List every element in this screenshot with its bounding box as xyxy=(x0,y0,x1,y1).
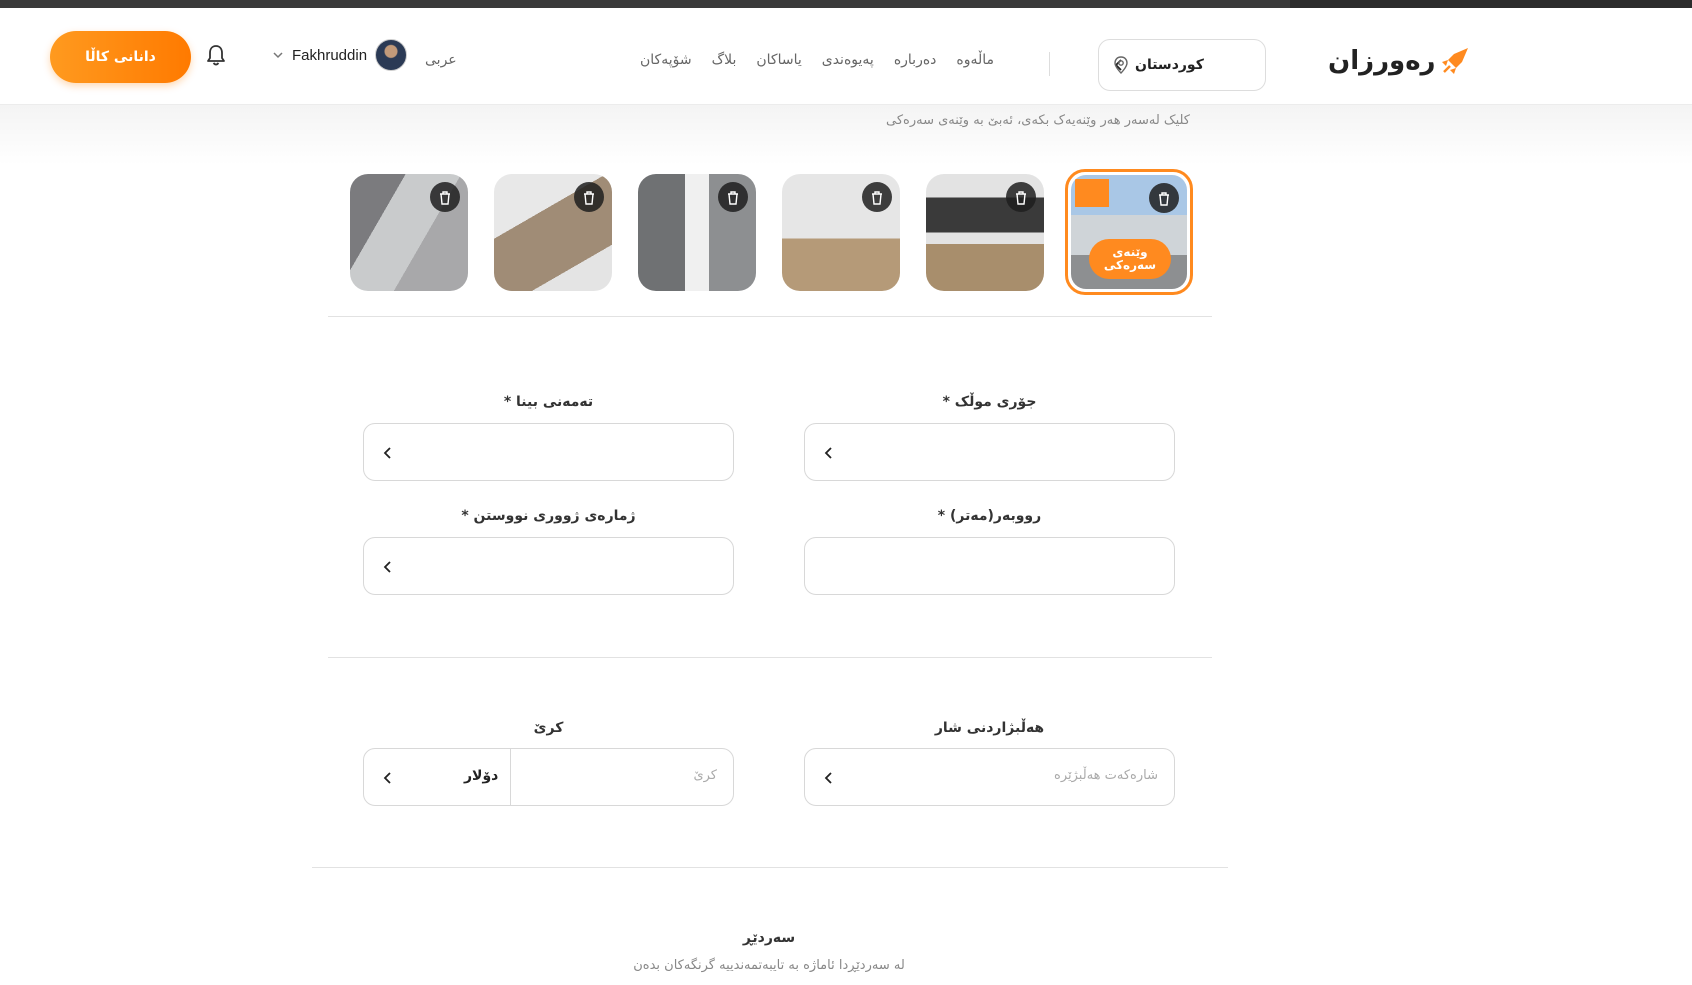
city-placeholder: شارەکەت هەڵبژێرە xyxy=(1054,768,1158,783)
building-age-label: تەمەنی بینا * xyxy=(503,394,594,410)
photo-gallery: وێنەی سەرەکی xyxy=(350,169,1194,295)
delete-photo-button[interactable] xyxy=(574,182,604,212)
user-name: Fakhruddin xyxy=(292,46,368,64)
nav-contact[interactable]: پەیوەندی xyxy=(822,52,874,68)
photo-thumb-staircase[interactable] xyxy=(494,174,612,291)
nav-blog[interactable]: بلاگ xyxy=(712,52,737,68)
region-label: کوردستان xyxy=(1113,56,1204,74)
trash-icon xyxy=(1159,191,1169,206)
location-pin-icon xyxy=(1114,56,1128,74)
browser-top-strip-bar xyxy=(0,0,1290,8)
area-label: رووبەر(مەتر) * xyxy=(937,508,1042,524)
region-name: کوردستان xyxy=(1135,57,1204,73)
divider xyxy=(328,657,1212,658)
nav-shops[interactable]: شۆپەکان xyxy=(640,52,692,68)
avatar xyxy=(375,39,408,71)
language-switch[interactable]: عربی xyxy=(425,52,457,68)
photo-thumb-empty-room[interactable] xyxy=(782,174,900,291)
photo-thumb-room-window[interactable] xyxy=(926,174,1044,291)
title-section-heading: سەردێڕ xyxy=(742,930,796,946)
bedrooms-select[interactable] xyxy=(363,537,734,595)
site-header: دانانی کاڵا Fakhruddin عربی ماڵەوە دەربا… xyxy=(0,8,1692,105)
property-type-label: جۆری موڵک * xyxy=(942,394,1037,410)
post-item-label: دانانی کاڵا xyxy=(85,49,156,65)
delete-photo-button[interactable] xyxy=(862,182,892,212)
rent-input[interactable]: دۆلار کرێ xyxy=(363,748,734,806)
property-sign xyxy=(1075,179,1109,207)
trash-icon xyxy=(584,190,594,205)
currency-select[interactable]: دۆلار xyxy=(464,768,498,784)
region-selector[interactable]: کوردستان xyxy=(1098,39,1266,91)
divider xyxy=(328,316,1212,317)
site-logo[interactable]: رەورزان xyxy=(1328,46,1470,76)
trash-icon xyxy=(440,190,450,205)
primary-photo-image: وێنەی سەرەکی xyxy=(1071,175,1187,289)
post-item-button[interactable]: دانانی کاڵا xyxy=(50,31,191,83)
chevron-down-icon xyxy=(273,52,283,59)
title-section-hint: لە سەردێڕدا ئاماژە بە تایبەتمەندییە گرنگ… xyxy=(633,958,905,973)
trash-icon xyxy=(1016,190,1026,205)
trash-icon xyxy=(872,190,882,205)
rent-label: کرێ xyxy=(533,720,564,736)
photo-thumb-primary[interactable]: وێنەی سەرەکی xyxy=(1065,169,1193,295)
chevron-left-icon xyxy=(383,772,391,784)
property-type-select[interactable] xyxy=(804,423,1175,481)
main-nav: ماڵەوە دەربارە پەیوەندی یاساکان بلاگ شۆپ… xyxy=(640,52,994,68)
gallery-band xyxy=(0,105,1692,165)
chevron-left-icon xyxy=(383,561,391,573)
primary-photo-badge: وێنەی سەرەکی xyxy=(1089,239,1171,279)
area-input[interactable] xyxy=(804,537,1175,595)
building-age-select[interactable] xyxy=(363,423,734,481)
bell-icon[interactable] xyxy=(205,43,227,67)
nav-home[interactable]: ماڵەوە xyxy=(956,52,994,68)
nav-about[interactable]: دەربارە xyxy=(894,52,937,68)
browser-top-strip xyxy=(0,0,1692,8)
delete-photo-button[interactable] xyxy=(1149,183,1179,213)
nav-divider xyxy=(1049,52,1050,76)
delete-photo-button[interactable] xyxy=(430,182,460,212)
gallery-hint: کلیک لەسەر هەر وێنەیەک بکەی، ئەبێ بە وێن… xyxy=(885,113,1190,128)
trash-icon xyxy=(728,190,738,205)
photo-thumb-toilet[interactable] xyxy=(638,174,756,291)
bedrooms-label: ژمارەی ژووری نووستن * xyxy=(461,508,636,524)
chevron-left-icon xyxy=(824,447,832,459)
rocket-logo-icon xyxy=(1441,48,1468,74)
city-select[interactable]: شارەکەت هەڵبژێرە xyxy=(804,748,1175,806)
chevron-left-icon xyxy=(383,447,391,459)
user-menu[interactable]: Fakhruddin xyxy=(272,38,408,72)
chevron-left-icon xyxy=(824,772,832,784)
nav-terms[interactable]: یاساکان xyxy=(756,52,801,68)
delete-photo-button[interactable] xyxy=(718,182,748,212)
divider xyxy=(312,867,1228,868)
delete-photo-button[interactable] xyxy=(1006,182,1036,212)
field-split xyxy=(510,749,511,805)
logo-text: رەورزان xyxy=(1328,46,1437,76)
rent-placeholder: کرێ xyxy=(693,768,717,783)
city-label: هەڵبژاردنی شار xyxy=(934,720,1045,736)
photo-thumb-bathroom[interactable] xyxy=(350,174,468,291)
